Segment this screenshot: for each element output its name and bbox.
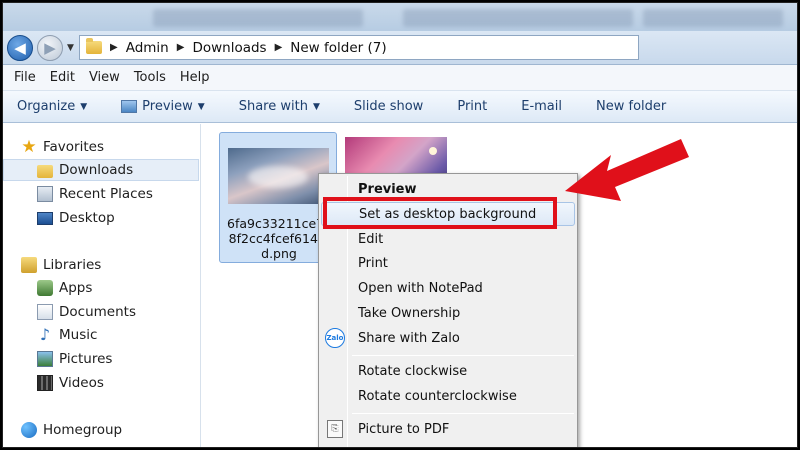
sidebar-item-label: Apps xyxy=(59,280,93,296)
share-with-label: Share with xyxy=(238,99,308,114)
menu-item-open-with-notepad[interactable]: Open with NotePad xyxy=(321,276,575,300)
sidebar-item-label: Documents xyxy=(59,304,136,320)
email-button[interactable]: E-mail xyxy=(521,99,562,114)
menu-bar: File Edit View Tools Help xyxy=(3,65,797,91)
command-bar: Organize ▼ Preview ▼ Share with ▼ Slide … xyxy=(3,91,797,123)
recent-places-icon xyxy=(37,186,53,202)
sidebar-item-favorites[interactable]: ★ Favorites xyxy=(21,136,217,158)
menu-item-label: Share with Zalo xyxy=(358,330,460,346)
homegroup-icon xyxy=(21,422,37,438)
explorer-window: ◀ ▶ ▼ ▶ Admin ▶ Downloads ▶ New folder (… xyxy=(2,2,798,448)
music-note-icon: ♪ xyxy=(39,325,51,344)
menu-file[interactable]: File xyxy=(7,70,43,85)
menu-separator xyxy=(352,413,574,414)
breadcrumb-admin[interactable]: Admin xyxy=(126,40,169,56)
breadcrumb-new-folder[interactable]: New folder (7) xyxy=(290,40,386,56)
preview-button[interactable]: Preview ▼ xyxy=(121,99,205,114)
chevron-right-icon[interactable]: ▶ xyxy=(177,42,185,53)
navigation-pane: ★ Favorites Downloads Recent Places Desk… xyxy=(3,124,201,447)
menu-edit[interactable]: Edit xyxy=(43,70,82,85)
preview-label: Preview xyxy=(142,99,193,114)
share-with-button[interactable]: Share with ▼ xyxy=(239,99,320,114)
star-icon: ★ xyxy=(21,137,37,157)
film-icon xyxy=(37,375,53,391)
chevron-down-icon: ▼ xyxy=(197,101,205,112)
blurred-tab xyxy=(643,9,783,27)
annotation-arrow-icon xyxy=(565,139,689,201)
title-strip xyxy=(3,3,797,33)
preview-icon xyxy=(121,100,138,113)
menu-item-share-with-zalo[interactable]: Zalo Share with Zalo xyxy=(321,326,575,350)
recent-pages-dropdown[interactable]: ▼ xyxy=(67,43,74,53)
breadcrumb-downloads[interactable]: Downloads xyxy=(192,40,266,56)
sidebar-item-label: Music xyxy=(59,327,98,343)
menu-view[interactable]: View xyxy=(82,70,127,85)
document-icon xyxy=(37,304,53,320)
organize-button[interactable]: Organize ▼ xyxy=(17,99,87,114)
sidebar-item-label: Pictures xyxy=(59,351,113,367)
menu-item-rotate-counterclockwise[interactable]: Rotate counterclockwise xyxy=(321,384,575,408)
menu-item-picture-to-pdf[interactable]: ⎘ Picture to PDF xyxy=(321,417,575,441)
sidebar-item-homegroup[interactable]: Homegroup xyxy=(21,419,217,441)
folder-icon xyxy=(37,164,53,178)
chevron-right-icon[interactable]: ▶ xyxy=(110,42,118,53)
menu-item-edit[interactable]: Edit xyxy=(321,227,575,251)
chevron-down-icon: ▼ xyxy=(80,101,88,112)
sidebar-item-label: Recent Places xyxy=(59,186,153,202)
sidebar-item-label: Favorites xyxy=(43,139,104,155)
pdf-icon: ⎘ xyxy=(327,420,343,438)
menu-separator xyxy=(352,355,574,356)
forward-button[interactable]: ▶ xyxy=(37,35,63,61)
library-icon xyxy=(21,257,37,273)
sidebar-item-libraries[interactable]: Libraries xyxy=(21,254,217,276)
organize-label: Organize xyxy=(17,99,76,114)
menu-item-print[interactable]: Print xyxy=(321,251,575,275)
new-folder-button[interactable]: New folder xyxy=(596,99,666,114)
annotation-highlight-box xyxy=(323,197,557,229)
sidebar-item-label: Desktop xyxy=(59,210,115,226)
sidebar-item-label: Downloads xyxy=(59,162,134,178)
print-button[interactable]: Print xyxy=(457,99,487,114)
back-button[interactable]: ◀ xyxy=(7,35,33,61)
folder-icon xyxy=(86,38,102,54)
menu-item-label: Picture to PDF xyxy=(358,421,450,437)
desktop-icon xyxy=(37,211,53,225)
address-bar[interactable]: ▶ Admin ▶ Downloads ▶ New folder (7) xyxy=(79,35,639,60)
sidebar-item-label: Videos xyxy=(59,375,104,391)
sidebar-item-label: Homegroup xyxy=(43,422,123,438)
pictures-icon xyxy=(37,351,53,367)
menu-item-rotate-clockwise[interactable]: Rotate clockwise xyxy=(321,359,575,383)
sidebar-item-label: Libraries xyxy=(43,257,102,273)
image-thumbnail xyxy=(228,148,329,204)
menu-help[interactable]: Help xyxy=(173,70,217,85)
blurred-tab xyxy=(403,9,633,27)
blurred-tab xyxy=(153,9,363,27)
apps-icon xyxy=(37,280,53,296)
sidebar-item-downloads[interactable]: Downloads xyxy=(3,159,199,181)
menu-tools[interactable]: Tools xyxy=(127,70,173,85)
menu-item-take-ownership[interactable]: Take Ownership xyxy=(321,301,575,325)
address-row: ◀ ▶ ▼ ▶ Admin ▶ Downloads ▶ New folder (… xyxy=(3,31,797,65)
chevron-down-icon: ▼ xyxy=(312,101,320,112)
slide-show-button[interactable]: Slide show xyxy=(354,99,423,114)
zalo-icon: Zalo xyxy=(325,328,345,348)
chevron-right-icon[interactable]: ▶ xyxy=(275,42,283,53)
